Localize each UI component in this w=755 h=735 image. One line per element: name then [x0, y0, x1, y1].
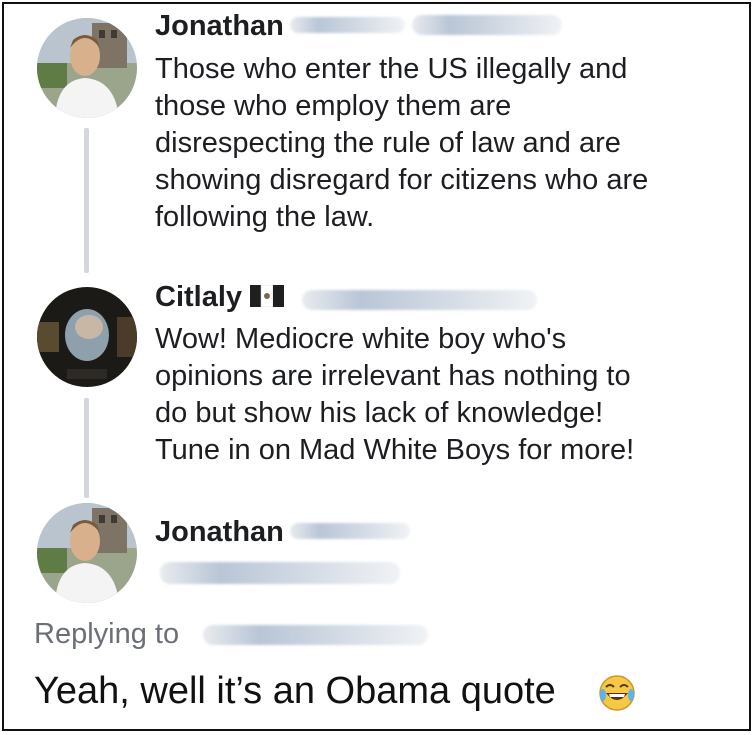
reply-input-text[interactable]: Yeah, well it’s an Obama quote [34, 670, 556, 713]
avatar-citlaly[interactable] [37, 287, 137, 387]
redacted-username [412, 15, 562, 35]
mexico-flag-icon [250, 282, 285, 315]
replying-to-label: Replying to [34, 618, 180, 650]
avatar-jonathan[interactable] [37, 503, 137, 603]
thread-line [84, 128, 89, 273]
avatar-jonathan[interactable] [37, 18, 137, 118]
redacted-username [302, 290, 537, 310]
redacted-comment [160, 562, 400, 584]
comment-text: Wow! Mediocre white boy who's opinions a… [155, 323, 635, 466]
comment-text: Those who enter the US illegally and tho… [155, 53, 649, 233]
redacted-reply-recipient[interactable] [203, 625, 428, 645]
thread-line [84, 398, 89, 498]
laughing-tears-emoji-icon [597, 673, 637, 718]
redacted-username [290, 17, 405, 33]
comment-author[interactable]: Jonathan [155, 516, 284, 549]
redacted-username [290, 523, 410, 539]
comment-author[interactable]: Citlaly [155, 281, 285, 315]
comment-author-name: Citlaly [155, 281, 243, 313]
comment-author[interactable]: Jonathan [155, 10, 284, 43]
